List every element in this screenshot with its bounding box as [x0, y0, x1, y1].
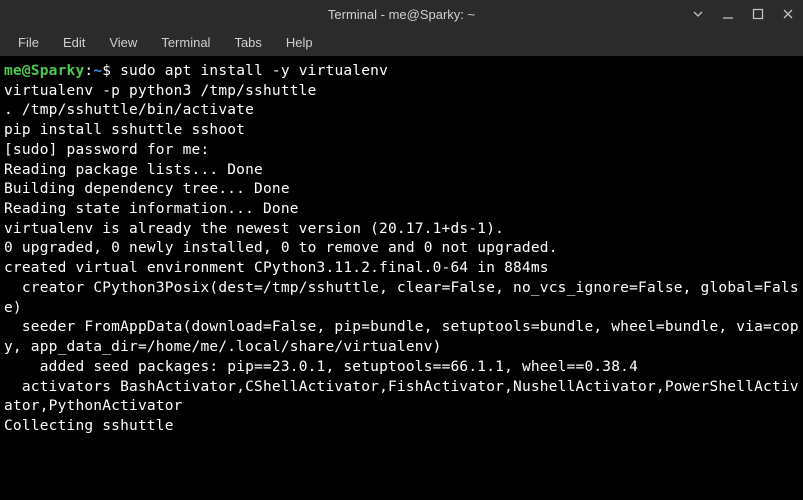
command-line-2: virtualenv -p python3 /tmp/sshuttle [4, 82, 799, 102]
menu-help[interactable]: Help [276, 31, 323, 54]
terminal-output[interactable]: me@Sparky:~$ sudo apt install -y virtual… [0, 56, 803, 500]
output-line: creator CPython3Posix(dest=/tmp/sshuttle… [4, 279, 799, 318]
maximize-icon[interactable] [751, 7, 765, 21]
output-line: Collecting sshuttle [4, 417, 799, 437]
menubar: File Edit View Terminal Tabs Help [0, 28, 803, 56]
prompt-userhost: me@Sparky [4, 63, 84, 79]
prompt-dollar: $ [102, 63, 120, 79]
output-line: activators BashActivator,CShellActivator… [4, 378, 799, 417]
window-title: Terminal - me@Sparky: ~ [328, 7, 475, 22]
minimize-icon[interactable] [721, 7, 735, 21]
close-icon[interactable] [781, 7, 795, 21]
menu-tabs[interactable]: Tabs [224, 31, 271, 54]
output-line: added seed packages: pip==23.0.1, setupt… [4, 358, 799, 378]
prompt-path: ~ [93, 63, 102, 79]
command-line-4: pip install sshuttle sshoot [4, 121, 799, 141]
output-line: Reading state information... Done [4, 200, 799, 220]
output-line: created virtual environment CPython3.11.… [4, 259, 799, 279]
output-line: 0 upgraded, 0 newly installed, 0 to remo… [4, 239, 799, 259]
output-line: [sudo] password for me: [4, 141, 799, 161]
command-line-1: sudo apt install -y virtualenv [120, 63, 388, 79]
menu-file[interactable]: File [8, 31, 49, 54]
prompt-colon: : [84, 63, 93, 79]
command-line-3: . /tmp/sshuttle/bin/activate [4, 101, 799, 121]
titlebar: Terminal - me@Sparky: ~ [0, 0, 803, 28]
output-line: Reading package lists... Done [4, 161, 799, 181]
window-controls [691, 0, 795, 28]
output-line: seeder FromAppData(download=False, pip=b… [4, 318, 799, 357]
menu-view[interactable]: View [99, 31, 147, 54]
collapse-icon[interactable] [691, 7, 705, 21]
output-line: Building dependency tree... Done [4, 180, 799, 200]
menu-terminal[interactable]: Terminal [151, 31, 220, 54]
output-line: virtualenv is already the newest version… [4, 220, 799, 240]
menu-edit[interactable]: Edit [53, 31, 95, 54]
